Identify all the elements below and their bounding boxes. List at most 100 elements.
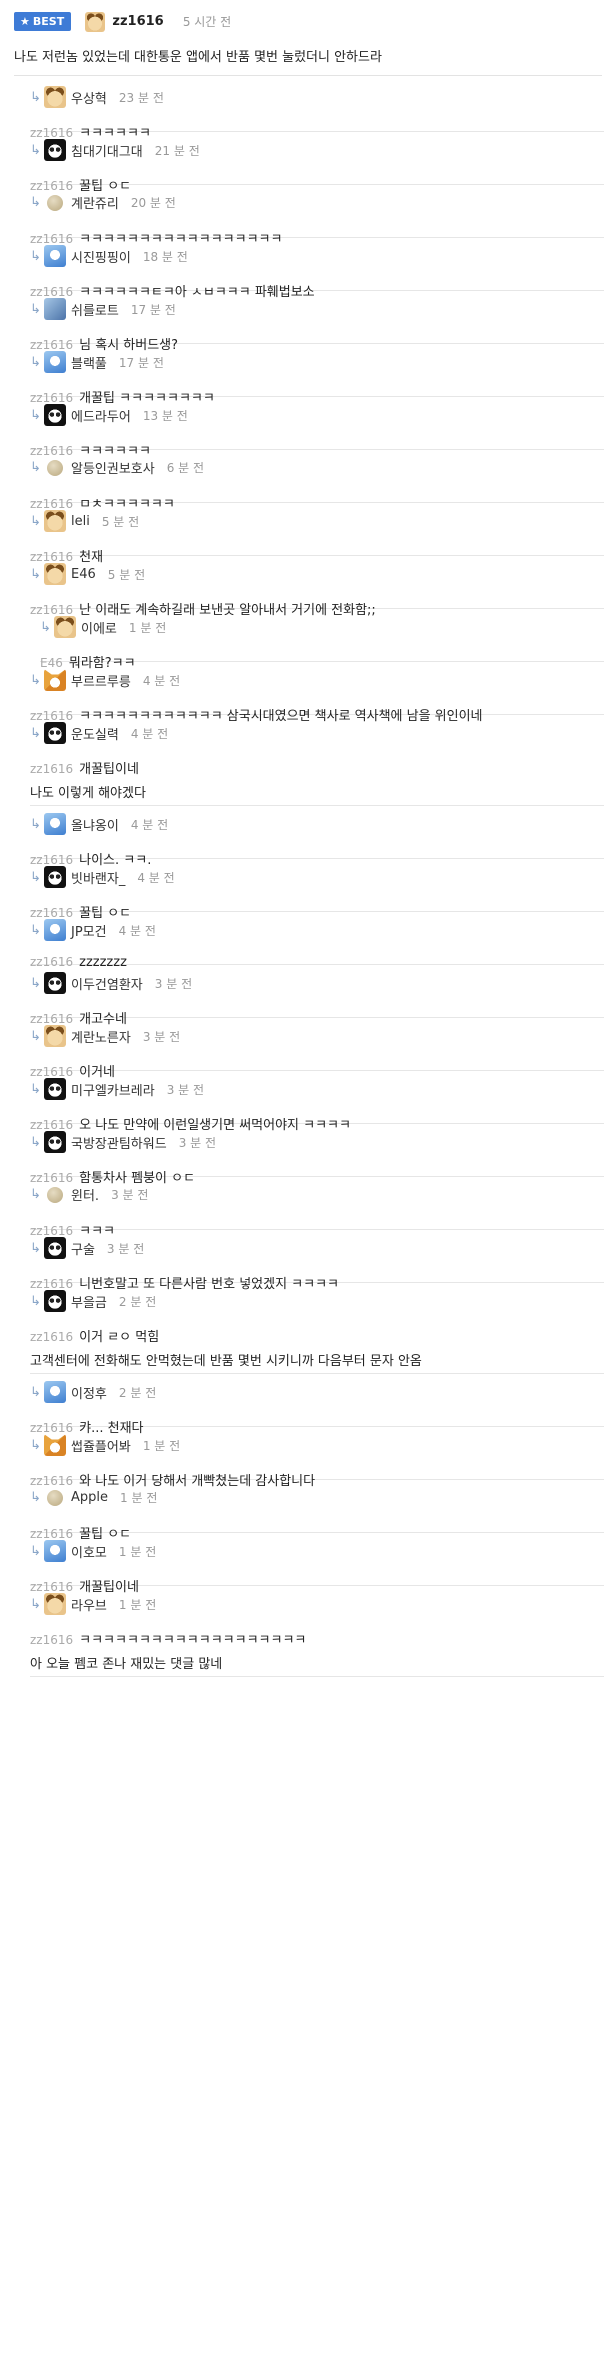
reply-arrow-icon: ↳ [30,354,41,370]
comment-time: 1 분 전 [118,1544,157,1559]
panda-icon [44,1290,66,1312]
reply-arrow-icon: ↳ [30,1596,41,1612]
comment-author[interactable]: E46 [71,567,96,582]
star-icon: ★ [20,15,30,28]
divider [14,75,602,76]
reply-arrow-icon: ↳ [30,195,41,210]
reply-arrow-icon: ↳ [30,1543,41,1559]
comment-header: ↳ 빗바랜자_ 4 분 전 [30,866,175,890]
comment-author[interactable]: 우상혁 [71,92,107,107]
comment-author[interactable]: 알등인권보호사 [71,462,155,477]
comment-header: ↳ 계란쥬리 20 분 전 [30,192,176,216]
comment-time: 5 분 전 [101,514,140,529]
comment-author[interactable]: Apple [71,1490,108,1505]
comment-author[interactable]: 이호모 [71,1546,107,1561]
comment-header: ↳ leli 5 분 전 [30,510,139,534]
round-icon [47,459,63,476]
dog-icon [44,563,66,585]
reply-comment: ↳ 부을금 2 분 전 zz1616 이거 ㄹㅇ 먹힘 고객센터에 전화해도 안먹혔는데 … [30,1282,604,1374]
comment-header: ↳ 이두건염환자 3 분 전 [30,972,192,996]
blue-icon [44,813,66,835]
comment-text: ㅋㅋㅋㅋㅋㅋㅋㅋㅋㅋㅋㅋㅋㅋㅋㅋㅋㅋㅋ [79,1633,307,1648]
comment-time: 4 분 전 [130,817,169,832]
comment-author[interactable]: 에드라두어 [71,410,131,425]
comment-author[interactable]: 이두건염환자 [71,978,143,993]
comment-header: ↳ 이에로 1 분 전 [40,616,166,640]
panda-icon [44,722,66,744]
reply-arrow-icon: ↳ [30,1187,41,1202]
dog-icon [85,11,106,32]
comment-time: 2 분 전 [118,1385,157,1400]
reply-comment: ↳ 알등인권보호사 6 분 전 zz1616 ㅁㅊㅋㅋㅋㅋㅋㅋ [30,449,604,512]
reply-comment: ↳ 썹쥴플어봐 1 분 전 zz1616 와 나도 이거 당해서 개빡쳤는데 감사합니다 [30,1426,604,1489]
reply-comment: ↳ 미구엘카브레라 3 분 전 zz1616 오 나도 만약에 이런일생기면 써먹어야지… [30,1070,604,1133]
reply-target[interactable]: zz1616 [30,1633,73,1647]
comment-time: 5 분 전 [107,567,146,582]
comment-author[interactable]: 라우브 [71,1599,107,1614]
reply-arrow-icon: ↳ [30,142,41,158]
best-badge: ★ BEST [14,12,72,31]
comment-header: ↳ 올냐옹이 4 분 전 [30,813,168,837]
blue-icon [44,351,66,373]
comment-body: zz1616 개꿀팁이네 [30,758,139,777]
comment-author[interactable]: 운도실력 [71,728,119,743]
comment-time: 13 분 전 [142,408,188,423]
comment-time: 3 분 전 [166,1082,205,1097]
blue-icon [44,1540,66,1562]
comment-author[interactable]: 계란쥬리 [71,197,119,212]
comment-author[interactable]: 시진핑핑이 [71,251,131,266]
round-icon [47,194,63,211]
comment-author[interactable]: 계란노른자 [71,1031,131,1046]
comment-time: 23 분 전 [118,90,164,105]
comment-header: ↳ 계란노른자 3 분 전 [30,1025,180,1049]
best-author[interactable]: zz1616 [112,14,163,29]
comment-header: ↳ 국방장관팀하워드 3 분 전 [30,1131,216,1155]
comment-author[interactable]: 국방장관팀하워드 [71,1137,167,1152]
reply-arrow-icon: ↳ [30,922,41,938]
reply-comment: ↳ 부르르루릉 4 분 전 zz1616 ㅋㅋㅋㅋㅋㅋㅋㅋㅋㅋㅋㅋ 삼국시대였으면 책사… [30,661,604,724]
reply-comment: ↳ 윈터. 3 분 전 zz1616 ㅋㅋㅋ [30,1176,604,1239]
reply-arrow-icon: ↳ [30,672,41,688]
comment-author[interactable]: leli [71,514,90,529]
comment-author[interactable]: 이정후 [71,1387,107,1402]
comment-author[interactable]: 침대기대그대 [71,145,143,160]
comment-text: 이거 ㄹㅇ 먹힘 [79,1330,160,1345]
reply-arrow-icon: ↳ [30,816,41,832]
comment-author[interactable]: 쉬를로트 [71,304,119,319]
reply-comment: ↳ 국방장관팀하워드 3 분 전 zz1616 함통차사 펨붕이 ㅇㄷ [30,1123,604,1186]
comment-section: ★ BEST zz1616 5 시간 전 나도 저런놈 있었는데 대한통운 앱에서… [0,0,612,2374]
comment-author[interactable]: 올냐옹이 [71,819,119,834]
comment-time: 17 분 전 [118,355,164,370]
panda-icon [44,1131,66,1153]
comment-time: 6 분 전 [166,461,205,475]
comment-author[interactable]: 썹쥴플어봐 [71,1440,131,1455]
comment-author[interactable]: 구술 [71,1243,95,1258]
panda-icon [44,1078,66,1100]
comment-author[interactable]: 블랙풀 [71,357,107,372]
reply-arrow-icon: ↳ [30,566,41,582]
fox-icon [44,669,66,691]
comment-time: 2 분 전 [118,1294,157,1309]
best-time: 5 시간 전 [182,15,232,29]
panda-icon [44,866,66,888]
reply-comment: ↳ Apple 1 분 전 zz1616 꿀팁 ㅇㄷ [30,1479,604,1542]
reply-arrow-icon: ↳ [30,1240,41,1256]
dog-icon [44,510,66,532]
comment-author[interactable]: 빗바랜자_ [71,872,125,887]
reply-comment: ↳ 올냐옹이 4 분 전 zz1616 나이스. ㅋㅋ. [30,805,604,868]
comment-header: ↳ 미구엘카브레라 3 분 전 [30,1078,204,1102]
comment-time: 3 분 전 [154,976,193,991]
comment-author[interactable]: 부을금 [71,1296,107,1311]
comment-author[interactable]: JP모건 [71,925,107,940]
comment-time: 3 분 전 [142,1029,181,1044]
comment-header: ↳ 우상혁 23 분 전 [30,86,164,110]
comment-author[interactable]: 이에로 [81,622,117,637]
comment-header: ↳ 이정후 2 분 전 [30,1381,156,1405]
comment-author[interactable]: 윈터. [71,1189,99,1204]
comment-author[interactable]: 미구엘카브레라 [71,1084,155,1099]
comment-text-line-2: 나도 이렇게 해야겠다 [30,786,146,801]
panda-icon [44,139,66,161]
comment-author[interactable]: 부르르루릉 [71,675,131,690]
reply-target[interactable]: zz1616 [30,762,73,776]
reply-target[interactable]: zz1616 [30,1330,73,1344]
